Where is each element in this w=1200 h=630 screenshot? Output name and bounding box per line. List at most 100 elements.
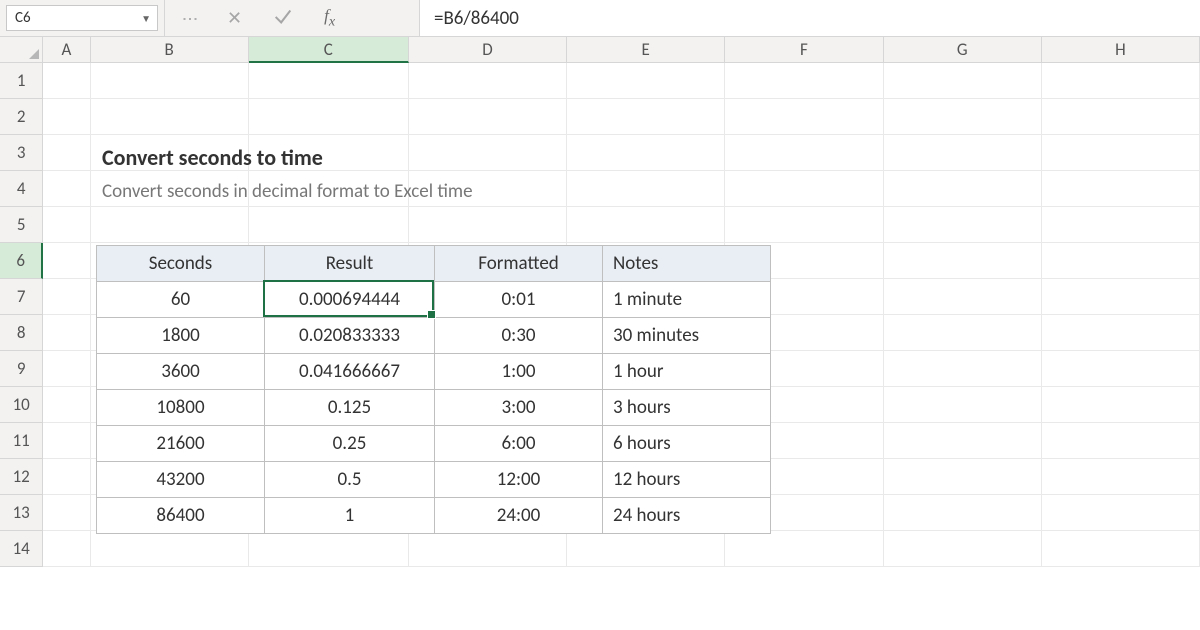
cell-C14[interactable]: [249, 531, 409, 567]
cell-G11[interactable]: [884, 423, 1042, 459]
cell-D11[interactable]: [409, 423, 567, 459]
cell-B4[interactable]: [91, 171, 249, 207]
col-header-G[interactable]: G: [884, 37, 1042, 63]
cell-F10[interactable]: [725, 387, 883, 423]
cell-B9[interactable]: [91, 351, 249, 387]
cell-A9[interactable]: [43, 351, 90, 387]
cell-F5[interactable]: [725, 207, 883, 243]
cell-F14[interactable]: [725, 531, 883, 567]
cell-D10[interactable]: [409, 387, 567, 423]
cell-H8[interactable]: [1042, 315, 1200, 351]
cell-D3[interactable]: [409, 135, 567, 171]
cell-A8[interactable]: [43, 315, 90, 351]
cell-G12[interactable]: [884, 459, 1042, 495]
name-box[interactable]: C6 ▼: [6, 5, 158, 31]
row-header-11[interactable]: 11: [0, 423, 43, 459]
cell-A13[interactable]: [43, 495, 90, 531]
cell-G7[interactable]: [884, 279, 1042, 315]
expand-icon[interactable]: ⋮: [180, 11, 200, 25]
row-header-5[interactable]: 5: [0, 207, 43, 243]
cell-H4[interactable]: [1042, 171, 1200, 207]
cell-B1[interactable]: [91, 63, 249, 99]
cell-E3[interactable]: [567, 135, 725, 171]
cell-A3[interactable]: [43, 135, 90, 171]
cell-G6[interactable]: [884, 243, 1042, 279]
cell-F3[interactable]: [725, 135, 883, 171]
row-header-3[interactable]: 3: [0, 135, 43, 171]
cell-F7[interactable]: [725, 279, 883, 315]
cell-D14[interactable]: [409, 531, 567, 567]
col-header-C[interactable]: C: [249, 37, 409, 63]
cell-C1[interactable]: [249, 63, 409, 99]
cell-F12[interactable]: [725, 459, 883, 495]
cell-D4[interactable]: [409, 171, 567, 207]
spreadsheet-grid[interactable]: A B C D E F G H 1234567891011121314 Conv…: [0, 37, 1200, 630]
row-header-12[interactable]: 12: [0, 459, 43, 495]
col-header-A[interactable]: A: [43, 37, 90, 63]
cell-G5[interactable]: [884, 207, 1042, 243]
cell-C10[interactable]: [249, 387, 409, 423]
row-header-4[interactable]: 4: [0, 171, 43, 207]
cell-C11[interactable]: [249, 423, 409, 459]
row-header-9[interactable]: 9: [0, 351, 43, 387]
cell-H1[interactable]: [1042, 63, 1200, 99]
cell-F11[interactable]: [725, 423, 883, 459]
cell-H2[interactable]: [1042, 99, 1200, 135]
cell-D12[interactable]: [409, 459, 567, 495]
cell-F8[interactable]: [725, 315, 883, 351]
cell-G3[interactable]: [884, 135, 1042, 171]
formula-input[interactable]: =B6/86400: [420, 0, 1200, 36]
cell-D9[interactable]: [409, 351, 567, 387]
cell-C8[interactable]: [249, 315, 409, 351]
cell-B2[interactable]: [91, 99, 249, 135]
cell-E8[interactable]: [567, 315, 725, 351]
cell-C9[interactable]: [249, 351, 409, 387]
cell-B11[interactable]: [91, 423, 249, 459]
name-box-dropdown-icon[interactable]: ▼: [141, 12, 151, 25]
cell-B5[interactable]: [91, 207, 249, 243]
cell-A2[interactable]: [43, 99, 90, 135]
cell-E5[interactable]: [567, 207, 725, 243]
cell-C6[interactable]: [249, 243, 409, 279]
cell-A11[interactable]: [43, 423, 90, 459]
cell-C2[interactable]: [249, 99, 409, 135]
cell-A12[interactable]: [43, 459, 90, 495]
cell-H10[interactable]: [1042, 387, 1200, 423]
cell-F13[interactable]: [725, 495, 883, 531]
cell-E7[interactable]: [567, 279, 725, 315]
cell-E1[interactable]: [567, 63, 725, 99]
cell-H5[interactable]: [1042, 207, 1200, 243]
cell-F1[interactable]: [725, 63, 883, 99]
cell-D6[interactable]: [409, 243, 567, 279]
row-header-6[interactable]: 6: [0, 243, 43, 279]
cell-E11[interactable]: [567, 423, 725, 459]
row-header-7[interactable]: 7: [0, 279, 43, 315]
cell-A4[interactable]: [43, 171, 90, 207]
cell-B12[interactable]: [91, 459, 249, 495]
cell-A5[interactable]: [43, 207, 90, 243]
cell-H14[interactable]: [1042, 531, 1200, 567]
cell-A14[interactable]: [43, 531, 90, 567]
cell-F2[interactable]: [725, 99, 883, 135]
cell-C4[interactable]: [249, 171, 409, 207]
cell-E12[interactable]: [567, 459, 725, 495]
cell-F4[interactable]: [725, 171, 883, 207]
cell-E13[interactable]: [567, 495, 725, 531]
col-header-B[interactable]: B: [91, 37, 249, 63]
cell-E4[interactable]: [567, 171, 725, 207]
cell-D7[interactable]: [409, 279, 567, 315]
cell-H3[interactable]: [1042, 135, 1200, 171]
cell-B6[interactable]: [91, 243, 249, 279]
cell-D13[interactable]: [409, 495, 567, 531]
cell-G10[interactable]: [884, 387, 1042, 423]
row-header-10[interactable]: 10: [0, 387, 43, 423]
cell-H6[interactable]: [1042, 243, 1200, 279]
cancel-icon[interactable]: ✕: [227, 7, 242, 29]
col-header-D[interactable]: D: [409, 37, 567, 63]
cell-C5[interactable]: [249, 207, 409, 243]
cell-C12[interactable]: [249, 459, 409, 495]
cell-H13[interactable]: [1042, 495, 1200, 531]
cell-A7[interactable]: [43, 279, 90, 315]
cell-A1[interactable]: [43, 63, 90, 99]
cell-C13[interactable]: [249, 495, 409, 531]
